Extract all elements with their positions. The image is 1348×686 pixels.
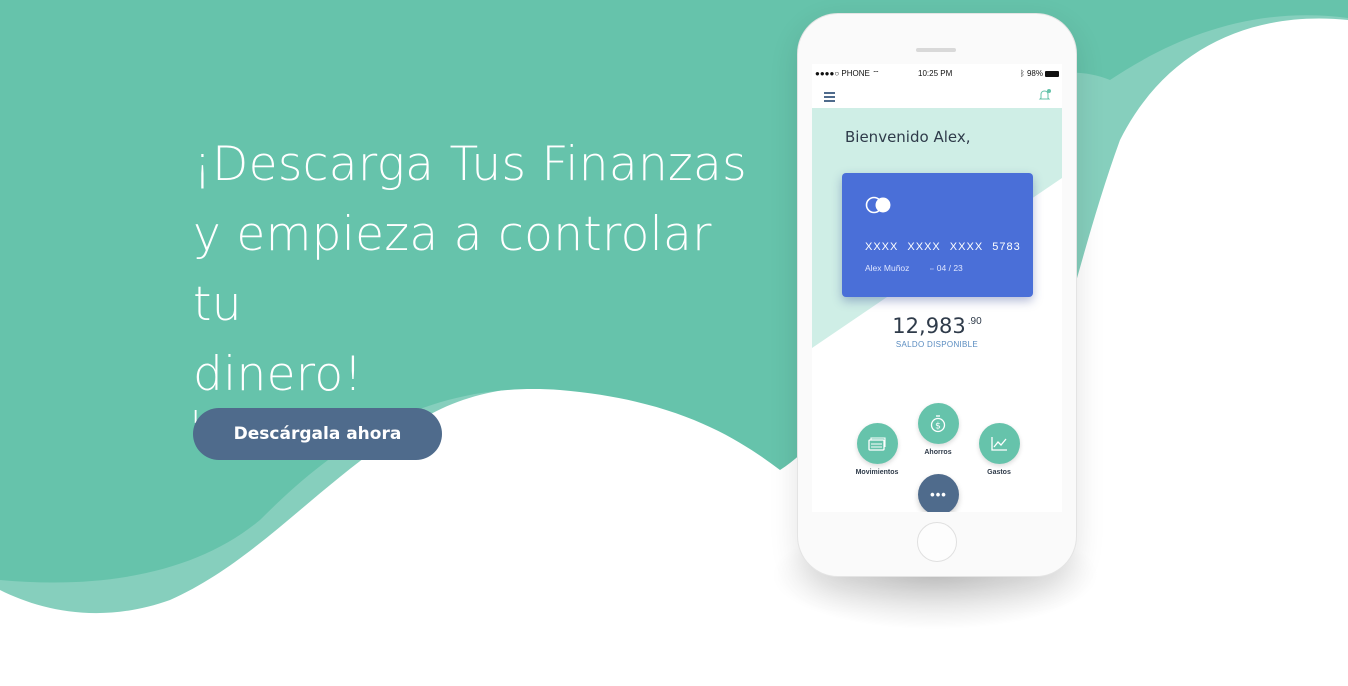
action-ahorros[interactable]: $ Ahorros [908, 403, 968, 456]
hero-title: ¡Descarga Tus Finanzas y empieza a contr… [193, 130, 773, 410]
phone-screen: ●●●●○ PHONE ⌔ 10:25 PM ᛒ 98% Bienvenido … [812, 64, 1062, 512]
hero-title-line-2: y empieza a controlar tu [193, 207, 712, 332]
card-expiry: ▭ 04 / 23 [930, 263, 963, 273]
chart-icon [978, 423, 1020, 464]
welcome-text: Bienvenido Alex, [845, 128, 971, 146]
phone-speaker [916, 48, 956, 52]
action-gastos[interactable]: Gastos [969, 423, 1029, 476]
more-button[interactable]: ••• [918, 474, 959, 512]
expiry-icon: ▭ [930, 266, 934, 272]
phone-mockup: ●●●●○ PHONE ⌔ 10:25 PM ᛒ 98% Bienvenido … [798, 14, 1076, 576]
balance-cents: .90 [967, 316, 982, 327]
status-time: 10:25 PM [918, 69, 953, 78]
action-label-gastos: Gastos [987, 469, 1011, 476]
bell-icon[interactable] [1038, 88, 1052, 102]
menu-icon[interactable] [824, 92, 835, 104]
download-button[interactable]: Descárgala ahora [193, 408, 442, 460]
status-bar: ●●●●○ PHONE ⌔ 10:25 PM ᛒ 98% [812, 68, 1062, 82]
status-carrier: ●●●●○ PHONE ⌔ [815, 69, 880, 78]
hero-title-line-3: dinero! [193, 347, 363, 402]
card-holder: Alex Muñoz [865, 263, 910, 273]
wifi-icon: ⌔ [872, 69, 880, 78]
balance-label: SALDO DISPONIBLE [895, 340, 979, 349]
status-battery: ᛒ 98% [1020, 69, 1059, 78]
savings-icon: $ [917, 403, 959, 444]
action-movimientos[interactable]: Movimientos [847, 423, 907, 476]
phone-home-button [917, 522, 957, 562]
bluetooth-icon: ᛒ [1019, 69, 1025, 78]
wallet-icon [856, 423, 898, 464]
balance-amount: 12,983 [892, 314, 966, 338]
card-brand-icon [865, 196, 891, 214]
balance: 12,983.90 [812, 314, 1062, 338]
battery-icon [1045, 70, 1059, 77]
card-number: XXXX XXXX XXXX 5783 [865, 241, 1021, 253]
hero-title-line-1: ¡Descarga Tus Finanzas [193, 137, 747, 192]
credit-card[interactable]: XXXX XXXX XXXX 5783 Alex Muñoz ▭ 04 / 23 [842, 173, 1033, 297]
action-label-movimientos: Movimientos [855, 469, 899, 476]
action-label-ahorros: Ahorros [924, 449, 952, 456]
svg-text:$: $ [935, 421, 941, 431]
hero-section: ¡Descarga Tus Finanzas y empieza a contr… [193, 130, 773, 430]
